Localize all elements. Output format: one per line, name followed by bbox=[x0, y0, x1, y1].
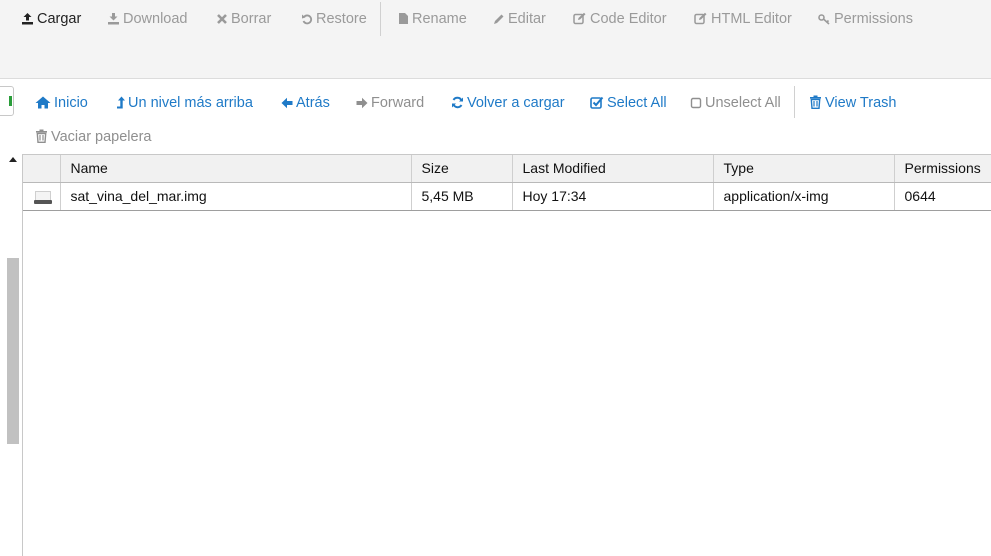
disk-image-icon bbox=[34, 190, 52, 204]
home-link[interactable]: Inicio bbox=[35, 94, 88, 112]
column-header-type[interactable]: Type bbox=[713, 155, 895, 183]
toolbar-divider bbox=[380, 2, 381, 36]
undo-icon bbox=[302, 14, 313, 25]
restore-button[interactable]: Restore bbox=[301, 10, 367, 28]
upload-button[interactable]: Cargar bbox=[21, 10, 81, 28]
column-header-icon bbox=[23, 155, 61, 183]
checked-square-icon bbox=[590, 96, 604, 109]
edit-square-icon bbox=[573, 12, 586, 25]
delete-label: Borrar bbox=[231, 11, 272, 27]
trash-icon bbox=[36, 129, 47, 143]
navigation-bar: Inicio Un nivel más arriba Atrás Forward… bbox=[0, 80, 991, 154]
directory-tree-tab[interactable] bbox=[0, 86, 14, 116]
column-header-name[interactable]: Name bbox=[60, 155, 412, 183]
empty-square-icon bbox=[690, 97, 702, 109]
file-size: 5,45 MB bbox=[411, 182, 513, 211]
download-label: Download bbox=[123, 11, 188, 27]
file-type: application/x-img bbox=[713, 182, 895, 211]
view-trash-link[interactable]: View Trash bbox=[809, 94, 896, 112]
rename-label: Rename bbox=[412, 11, 467, 27]
file-icon bbox=[399, 13, 408, 24]
view-trash-label: View Trash bbox=[825, 95, 897, 111]
file-list-panel: Name Size Last Modified Type Permissions… bbox=[22, 154, 991, 556]
empty-trash-link[interactable]: Vaciar papelera bbox=[35, 128, 152, 146]
empty-trash-label: Vaciar papelera bbox=[51, 129, 152, 145]
home-icon bbox=[35, 96, 51, 109]
select-all-label: Select All bbox=[607, 95, 667, 111]
upload-label: Cargar bbox=[37, 11, 82, 27]
forward-link[interactable]: Forward bbox=[356, 94, 424, 112]
file-name[interactable]: sat_vina_del_mar.img bbox=[60, 182, 412, 211]
edit-button[interactable]: Editar bbox=[493, 10, 546, 28]
code-editor-button[interactable]: Code Editor bbox=[573, 10, 667, 28]
table-header-row: Name Size Last Modified Type Permissions bbox=[23, 155, 991, 183]
navigation-divider bbox=[794, 86, 795, 118]
download-button[interactable]: Download bbox=[107, 10, 188, 28]
file-table: Name Size Last Modified Type Permissions… bbox=[23, 155, 991, 211]
pencil-icon bbox=[494, 14, 504, 24]
code-editor-label: Code Editor bbox=[590, 11, 667, 27]
upload-icon bbox=[22, 13, 33, 25]
column-header-last-modified[interactable]: Last Modified bbox=[512, 155, 714, 183]
download-icon bbox=[108, 13, 119, 25]
reload-link[interactable]: Volver a cargar bbox=[451, 94, 565, 112]
arrow-right-icon bbox=[356, 97, 368, 109]
directory-tree-scrollbar[interactable] bbox=[7, 155, 19, 556]
key-icon bbox=[818, 14, 830, 25]
forward-label: Forward bbox=[371, 95, 425, 111]
restore-label: Restore bbox=[316, 11, 367, 27]
permissions-label: Permissions bbox=[834, 11, 913, 27]
unselect-all-link[interactable]: Unselect All bbox=[690, 94, 781, 112]
up-one-level-link[interactable]: Un nivel más arriba bbox=[116, 94, 253, 112]
html-editor-button[interactable]: HTML Editor bbox=[694, 10, 792, 28]
trash-icon bbox=[810, 95, 821, 109]
level-up-icon bbox=[117, 96, 125, 109]
reload-label: Volver a cargar bbox=[467, 95, 565, 111]
scroll-up-arrow-icon[interactable] bbox=[9, 157, 17, 162]
edit-square-icon bbox=[694, 12, 707, 25]
file-manager-toolbar: Cargar Download Borrar Restore Rename Ed… bbox=[0, 0, 991, 79]
select-all-link[interactable]: Select All bbox=[590, 94, 667, 112]
permissions-button[interactable]: Permissions bbox=[818, 10, 913, 28]
rename-button[interactable]: Rename bbox=[398, 10, 467, 28]
column-header-permissions[interactable]: Permissions bbox=[894, 155, 991, 183]
delete-button[interactable]: Borrar bbox=[216, 10, 271, 28]
back-label: Atrás bbox=[296, 95, 330, 111]
up-one-level-label: Un nivel más arriba bbox=[128, 95, 253, 111]
back-link[interactable]: Atrás bbox=[281, 94, 330, 112]
html-editor-label: HTML Editor bbox=[711, 11, 792, 27]
table-row[interactable]: sat_vina_del_mar.img 5,45 MB Hoy 17:34 a… bbox=[23, 182, 991, 211]
file-icon-cell bbox=[23, 182, 61, 211]
home-label: Inicio bbox=[54, 95, 88, 111]
column-header-size[interactable]: Size bbox=[411, 155, 513, 183]
file-permissions[interactable]: 0644 bbox=[894, 182, 991, 211]
scrollbar-thumb[interactable] bbox=[7, 258, 19, 444]
edit-label: Editar bbox=[508, 11, 546, 27]
unselect-all-label: Unselect All bbox=[705, 95, 781, 111]
refresh-icon bbox=[452, 96, 463, 109]
close-icon bbox=[217, 14, 227, 24]
arrow-left-icon bbox=[281, 97, 293, 109]
file-modified: Hoy 17:34 bbox=[512, 182, 714, 211]
